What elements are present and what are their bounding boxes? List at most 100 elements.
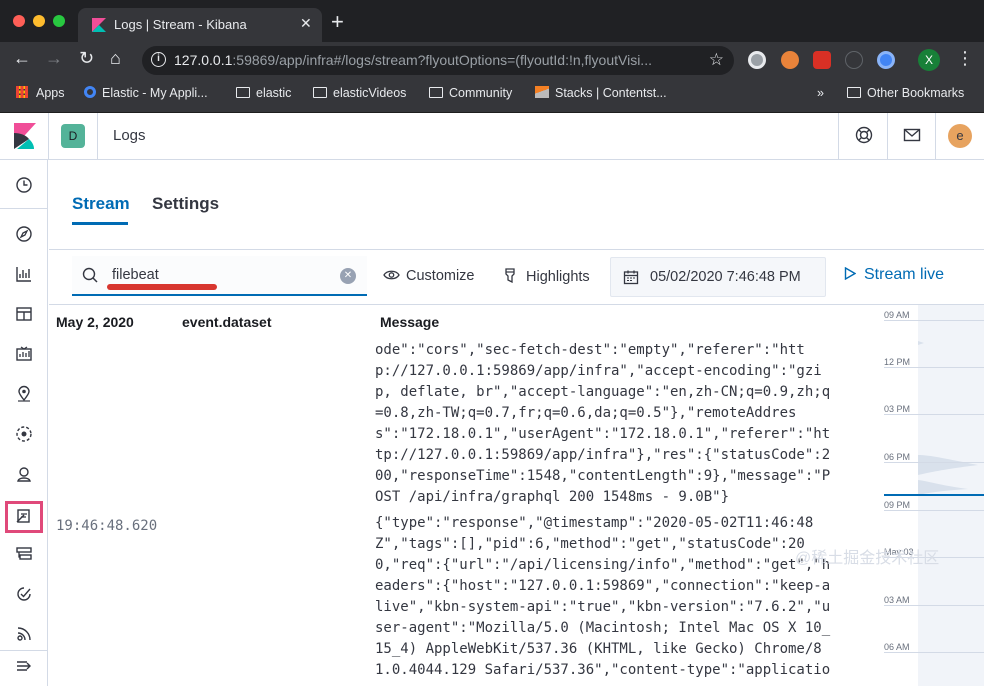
minimap-gridline	[884, 367, 984, 368]
search-icon	[82, 267, 98, 283]
address-bar[interactable]: i 127.0.0.1:59869/app/infra#/logs/stream…	[142, 46, 734, 75]
extension-icon[interactable]	[877, 51, 895, 69]
highlighter-icon	[505, 268, 515, 284]
stacks-site-icon	[535, 86, 549, 98]
close-window-button[interactable]	[13, 15, 25, 27]
highlights-button[interactable]: Highlights	[504, 268, 590, 285]
browser-menu-icon[interactable]: ⋮	[956, 48, 974, 69]
active-tab-indicator	[72, 222, 128, 225]
minimap-tick: 09 AM	[884, 310, 910, 320]
help-icon[interactable]	[855, 126, 873, 149]
bookmark-item[interactable]: Elastic - My Appli...	[84, 86, 208, 100]
log-line: OST /api/infra/graphql 200 1548ms - 9.0B…	[375, 489, 730, 505]
logs-icon[interactable]	[15, 507, 33, 525]
nav-divider	[0, 650, 48, 651]
canvas-icon[interactable]	[15, 345, 33, 363]
browser-tab[interactable]: Logs | Stream - Kibana ✕	[78, 8, 322, 42]
url-text[interactable]: 127.0.0.1:59869/app/infra#/logs/stream?f…	[174, 52, 694, 68]
log-line: s":"172.18.0.1","userAgent":"172.18.0.1"…	[375, 426, 831, 442]
page-tabs: Stream Settings	[49, 160, 984, 250]
reload-icon[interactable]: ↻	[79, 48, 94, 69]
visualize-chart-icon[interactable]	[15, 265, 33, 283]
search-input[interactable]: filebeat	[112, 267, 159, 283]
minimize-window-button[interactable]	[33, 15, 45, 27]
space-selector[interactable]: D	[61, 124, 85, 148]
tab-stream[interactable]: Stream	[72, 194, 130, 214]
dashboard-icon[interactable]	[15, 305, 33, 323]
log-line: live","kbn-system-api":"true","kbn-versi…	[375, 599, 831, 615]
discover-compass-icon[interactable]	[15, 225, 33, 243]
bookmark-apps[interactable]: Apps	[16, 86, 65, 100]
back-icon[interactable]: ←	[13, 48, 31, 69]
log-minimap[interactable]: 09 AM 12 PM 03 PM 06 PM 09 PM May 03 03 …	[884, 305, 984, 686]
date-picker[interactable]: 05/02/2020 7:46:48 PM	[610, 257, 826, 297]
folder-icon	[236, 87, 250, 98]
log-line: Z","tags":[],"pid":6,"method":"get","sta…	[375, 536, 805, 552]
profile-avatar[interactable]: X	[918, 49, 940, 71]
user-avatar[interactable]: e	[948, 124, 972, 148]
extension-icon[interactable]	[781, 51, 799, 69]
newsfeed-mail-icon[interactable]	[903, 126, 921, 149]
column-header-message[interactable]: Message	[380, 314, 439, 330]
kibana-logo-icon[interactable]	[14, 123, 36, 149]
home-icon[interactable]: ⌂	[110, 48, 121, 69]
infrastructure-icon[interactable]	[15, 545, 33, 563]
stream-live-button[interactable]: Stream live	[844, 266, 944, 284]
bookmark-folder[interactable]: elastic	[236, 86, 291, 100]
tab-close-icon[interactable]: ✕	[300, 15, 312, 32]
new-tab-button[interactable]: +	[331, 9, 344, 35]
header-divider	[887, 113, 888, 160]
bookmark-folder[interactable]: elasticVideos	[313, 86, 406, 100]
site-info-icon[interactable]: i	[151, 52, 166, 67]
extension-icon[interactable]	[845, 51, 863, 69]
folder-icon	[429, 87, 443, 98]
eye-icon	[383, 270, 400, 280]
apm-signal-icon[interactable]	[15, 625, 33, 643]
column-header-dataset[interactable]: event.dataset	[182, 314, 271, 330]
more-bookmarks-button[interactable]: »	[817, 86, 824, 100]
extension-icon[interactable]	[748, 51, 766, 69]
log-search-bar[interactable]: filebeat ✕	[72, 256, 367, 296]
minimap-tick: 06 AM	[884, 642, 910, 652]
minimap-tick: 03 PM	[884, 404, 911, 414]
tab-settings[interactable]: Settings	[152, 194, 219, 214]
maps-pin-icon[interactable]	[15, 385, 33, 403]
recently-viewed-clock-icon[interactable]	[15, 176, 33, 194]
minimap-current-time-marker[interactable]	[884, 494, 984, 496]
forward-icon[interactable]: →	[45, 48, 63, 69]
header-divider	[838, 113, 839, 160]
play-icon	[844, 266, 857, 281]
header-divider	[97, 113, 98, 160]
siem-shield-icon[interactable]	[15, 465, 33, 483]
clear-search-icon[interactable]: ✕	[340, 268, 356, 284]
logs-main: Stream Settings filebeat ✕ Customize Hig…	[49, 160, 984, 686]
stream-controls: filebeat ✕ Customize Highlights 05/02/20…	[49, 250, 984, 305]
log-line: 00,"responseTime":1548,"contentLength":9…	[375, 468, 831, 484]
machine-learning-icon[interactable]	[15, 425, 33, 443]
log-line: {"type":"response","@timestamp":"2020-05…	[375, 515, 814, 531]
minimap-gridline	[884, 605, 984, 606]
bookmark-folder[interactable]: Community	[429, 86, 512, 100]
browser-tab-title: Logs | Stream - Kibana	[114, 17, 247, 32]
minimap-tick: 09 PM	[884, 500, 911, 510]
minimap-gridline	[884, 462, 984, 463]
extension-icon[interactable]	[813, 51, 831, 69]
zoom-window-button[interactable]	[53, 15, 65, 27]
log-line: 15_4) AppleWebKit/537.36 (KHTML, like Ge…	[375, 641, 822, 657]
log-line: eaders":{"host":"127.0.0.1:59869","conne…	[375, 578, 831, 594]
header-divider	[935, 113, 936, 160]
log-line: 1.0.4044.129 Safari/537.36","content-typ…	[375, 662, 831, 678]
customize-button[interactable]: Customize	[383, 268, 475, 284]
log-line: p://127.0.0.1:59869/app/infra","accept-e…	[375, 363, 822, 379]
expand-nav-icon[interactable]	[15, 657, 33, 675]
log-stream[interactable]: 19:46:48.620 ode":"cors","sec-fetch-dest…	[49, 338, 884, 686]
log-line: p, deflate, br","accept-language":"en,zh…	[375, 384, 831, 400]
watermark: @稀土掘金技术社区	[795, 550, 940, 567]
bookmark-folder[interactable]: Other Bookmarks	[847, 86, 964, 100]
column-header-date[interactable]: May 2, 2020	[56, 314, 134, 330]
calendar-icon	[623, 270, 639, 285]
uptime-icon[interactable]	[15, 585, 33, 603]
bookmark-item[interactable]: Stacks | Contentst...	[535, 86, 667, 100]
bookmark-star-icon[interactable]: ☆	[709, 50, 724, 70]
folder-icon	[847, 87, 861, 98]
